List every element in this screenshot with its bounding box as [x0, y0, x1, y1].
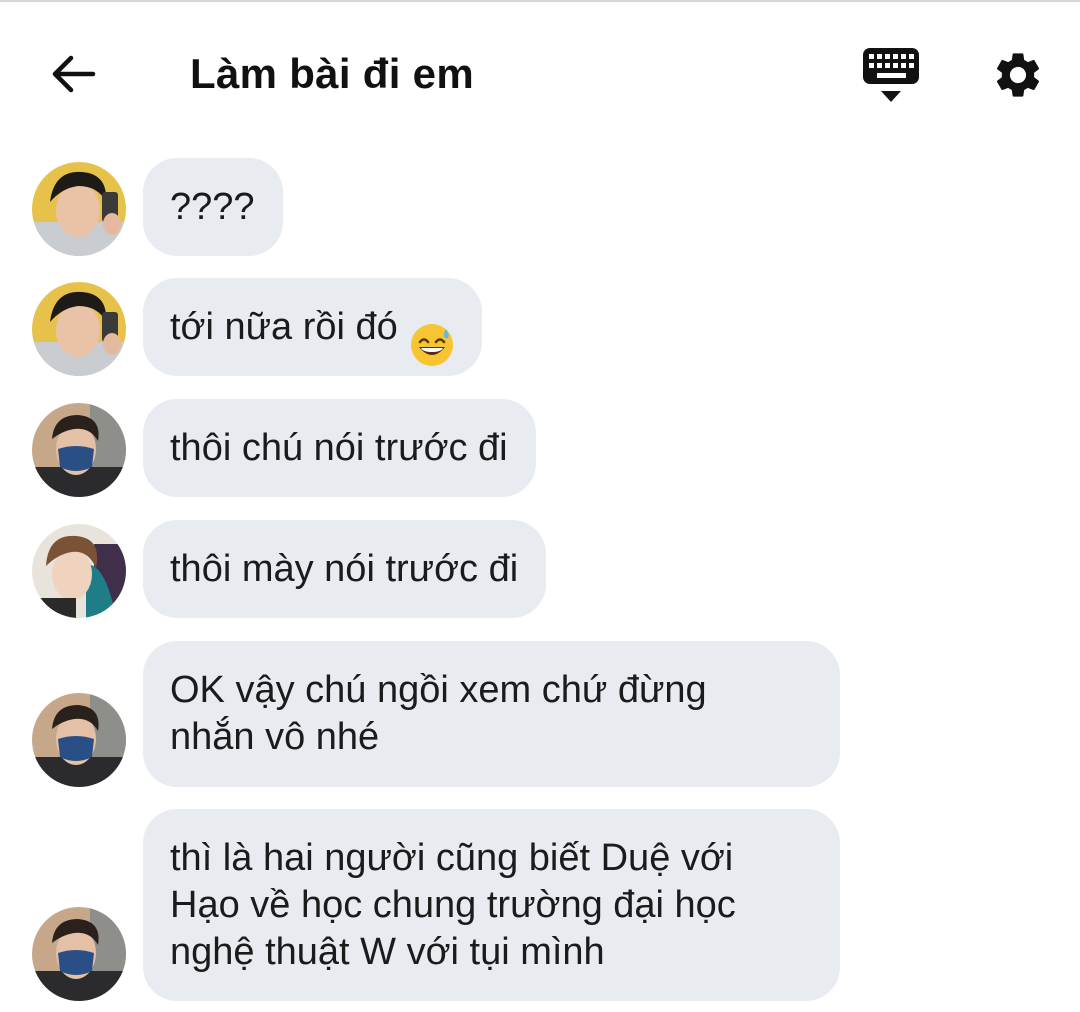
message-text: OK vậy chú ngồi xem chứ đừng nhắn vô nhé	[170, 669, 707, 758]
grinning-sweat-emoji	[410, 276, 454, 379]
settings-button[interactable]	[986, 44, 1050, 106]
message-text: thôi chú nói trước đi	[170, 426, 508, 469]
avatar[interactable]	[32, 693, 126, 787]
gear-icon	[996, 53, 1040, 97]
message-bubble[interactable]: thì là hai người cũng biết Duệ với Hạo v…	[143, 809, 840, 1001]
avatar-a	[32, 282, 126, 376]
avatar-c	[32, 524, 126, 618]
arrow-left-icon	[52, 55, 96, 93]
message-text: ????	[170, 185, 255, 228]
message-text: tới nữa rồi đó	[170, 305, 398, 348]
message-text: thôi mày nói trước đi	[170, 547, 519, 590]
message-bubble[interactable]: OK vậy chú ngồi xem chứ đừng nhắn vô nhé	[143, 641, 840, 787]
keyboard-button[interactable]	[858, 44, 924, 110]
back-button[interactable]	[44, 45, 102, 103]
message-bubble[interactable]: thôi chú nói trước đi	[143, 399, 536, 497]
message-text: thì là hai người cũng biết Duệ với Hạo v…	[170, 836, 736, 973]
keyboard-icon	[863, 48, 919, 102]
avatar[interactable]	[32, 162, 126, 256]
avatar[interactable]	[32, 524, 126, 618]
avatar[interactable]	[32, 282, 126, 376]
message-bubble[interactable]: ????	[143, 158, 283, 256]
avatar[interactable]	[32, 403, 126, 497]
chat-header: Làm bài đi em	[0, 0, 1080, 140]
page-title: Làm bài đi em	[190, 50, 474, 97]
avatar-b	[32, 907, 126, 1001]
message-bubble[interactable]: thôi mày nói trước đi	[143, 520, 547, 618]
message-bubble[interactable]: tới nữa rồi đó	[143, 278, 482, 376]
avatar-a	[32, 162, 126, 256]
avatar-b	[32, 693, 126, 787]
avatar[interactable]	[32, 907, 126, 1001]
avatar-b	[32, 403, 126, 497]
